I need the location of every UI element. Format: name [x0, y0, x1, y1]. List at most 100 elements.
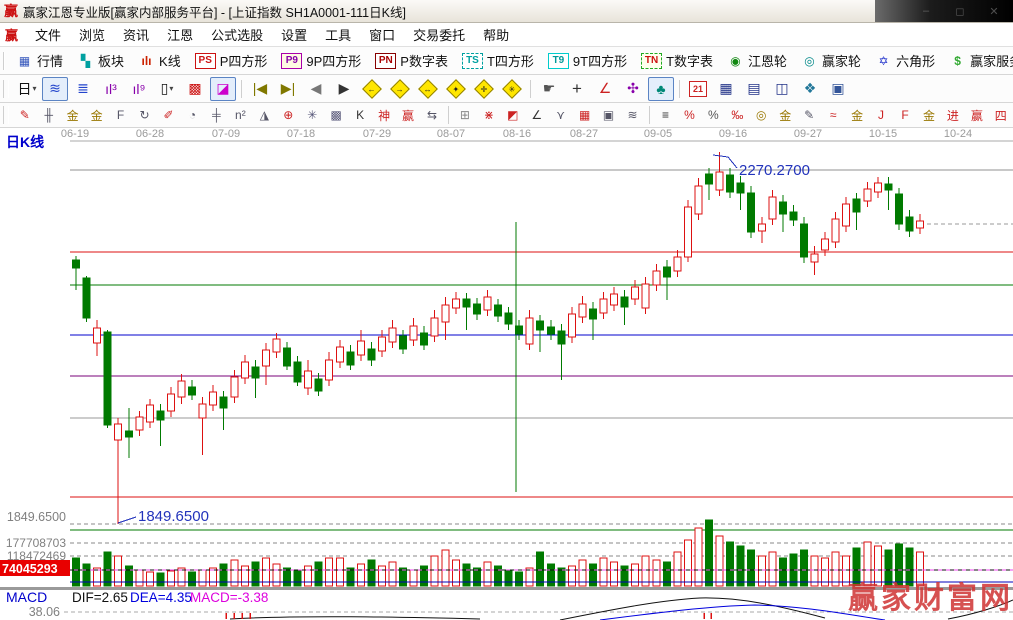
- toolbar-button-ying-seal[interactable]: 赢: [397, 105, 419, 126]
- toolbar-button-ruler-measure[interactable]: ⇆: [421, 105, 443, 126]
- toolbar-button-sectors[interactable]: ▚板块: [71, 48, 130, 73]
- toolbar-button-percent[interactable]: %: [702, 105, 724, 126]
- close-button[interactable]: ✕: [979, 2, 1009, 20]
- toolbar-button-hexagon[interactable]: ✡六角形: [869, 48, 941, 73]
- menu-item-help[interactable]: 帮助: [474, 23, 518, 46]
- toolbar-button-price-ladder[interactable]: ≡: [654, 105, 676, 126]
- toolbar-button-candle-style-dropdown[interactable]: 日▾: [14, 77, 40, 101]
- toolbar-button-gold-grid-2[interactable]: 金: [86, 105, 108, 126]
- toolbar-button-nav-last[interactable]: ▶|: [275, 77, 301, 101]
- toolbar-button-9p-square[interactable]: P99P四方形: [275, 48, 367, 73]
- toolbar-button-bars-3[interactable]: ıl³: [98, 77, 124, 101]
- toolbar-button-kline[interactable]: ılıK线: [132, 48, 187, 73]
- toolbar-button-nav-first[interactable]: |◀: [247, 77, 273, 101]
- kline-chart-canvas[interactable]: 06-1906-2807-0907-1807-2908-0708-1608-27…: [0, 128, 1013, 620]
- toolbar-button-diamond-expand-h[interactable]: ↔: [415, 77, 441, 101]
- toolbar-button-shen-seal[interactable]: 神: [373, 105, 395, 126]
- toolbar-button-save[interactable]: ◫: [769, 77, 795, 101]
- toolbar-button-nav-next[interactable]: ▶: [331, 77, 357, 101]
- toolbar-button-diamond-shift-right[interactable]: →: [387, 77, 413, 101]
- toolbar-button-hand-tool[interactable]: ☛: [536, 77, 562, 101]
- menu-item-window[interactable]: 窗口: [360, 23, 404, 46]
- toolbar-button-n-squared[interactable]: n²: [229, 105, 251, 126]
- toolbar-button-calculator[interactable]: ▦: [713, 77, 739, 101]
- toolbar-grip[interactable]: [3, 52, 5, 70]
- toolbar-button-spiral[interactable]: ↻: [134, 105, 156, 126]
- toolbar-button-ying-angle[interactable]: 赢: [966, 105, 988, 126]
- toolbar-button-diamond-compress[interactable]: ✦: [443, 77, 469, 101]
- toolbar-button-map-red[interactable]: ▩: [182, 77, 208, 101]
- toolbar-button-web-data[interactable]: ❖: [797, 77, 823, 101]
- toolbar-button-comb[interactable]: ╫: [38, 105, 60, 126]
- toolbar-button-slant-lines[interactable]: ≋: [622, 105, 644, 126]
- menu-item-settings[interactable]: 设置: [272, 23, 316, 46]
- toolbar-button-mirror-fold[interactable]: ◮: [253, 105, 275, 126]
- toolbar-button-gann-fan-tool[interactable]: ✣: [620, 77, 646, 101]
- toolbar-grip[interactable]: [3, 80, 9, 98]
- toolbar-button-winner-service[interactable]: $赢家服务: [943, 48, 1013, 73]
- toolbar-button-comb-wide[interactable]: ╪: [205, 105, 227, 126]
- toolbar-button-time-cycle[interactable]: ◔: [181, 105, 203, 126]
- menu-item-tools[interactable]: 工具: [316, 23, 360, 46]
- toolbar-button-gold-angle[interactable]: 金: [918, 105, 940, 126]
- toolbar-button-red-pen[interactable]: ✎: [14, 105, 36, 126]
- toolbar-button-calendar-21[interactable]: 21: [685, 77, 711, 101]
- toolbar-button-pen-fan[interactable]: ✎: [798, 105, 820, 126]
- toolbar-button-t-square[interactable]: TST四方形: [456, 48, 540, 73]
- toolbar-button-crosshair-tool[interactable]: +: [564, 77, 590, 101]
- maximize-button[interactable]: ◻: [945, 2, 975, 20]
- toolbar-button-diamond-star[interactable]: ✳: [499, 77, 525, 101]
- menu-item-gann[interactable]: 江恩: [158, 23, 202, 46]
- toolbar-button-k-notes[interactable]: K: [349, 105, 371, 126]
- toolbar-button-p-square[interactable]: PSP四方形: [189, 48, 274, 73]
- toolbar-button-bars-9[interactable]: ıl⁹: [126, 77, 152, 101]
- toolbar-button-remote-pc[interactable]: ▣: [825, 77, 851, 101]
- toolbar-button-si-angle[interactable]: 四: [990, 105, 1012, 126]
- minimize-button[interactable]: –: [911, 2, 941, 20]
- toolbar-button-red-fan[interactable]: ⋇: [478, 105, 500, 126]
- toolbar-button-diamond-expand-all[interactable]: ✛: [471, 77, 497, 101]
- menu-item-formula-select[interactable]: 公式选股: [202, 23, 272, 46]
- toolbar-button-pen-grid[interactable]: ✐: [158, 105, 180, 126]
- toolbar-button-v-check[interactable]: ⋎: [550, 105, 572, 126]
- toolbar-button-gann-wheel[interactable]: ◉江恩轮: [721, 48, 793, 73]
- toolbar-button-9t-square[interactable]: T99T四方形: [542, 48, 633, 73]
- toolbar-button-trend-pencil[interactable]: ∠: [526, 105, 548, 126]
- toolbar-button-nav-prev[interactable]: ◀: [303, 77, 329, 101]
- toolbar-button-dense-grid[interactable]: ▦: [574, 105, 596, 126]
- toolbar-button-gold-circle[interactable]: ◎: [750, 105, 772, 126]
- toolbar-button-winner-wheel[interactable]: ◎赢家轮: [795, 48, 867, 73]
- toolbar-button-notes[interactable]: ▤: [741, 77, 767, 101]
- toolbar-button-t-number-table[interactable]: TNT数字表: [635, 48, 719, 73]
- toolbar-grip[interactable]: [3, 106, 9, 124]
- menu-item-file[interactable]: 文件: [26, 23, 70, 46]
- chart-area[interactable]: 06-1906-2807-0907-1807-2908-0708-1608-27…: [0, 128, 1013, 620]
- toolbar-button-red-rays[interactable]: ◩: [502, 105, 524, 126]
- toolbar-button-net-grid[interactable]: ▩: [325, 105, 347, 126]
- toolbar-button-gold-grid[interactable]: 金: [62, 105, 84, 126]
- toolbar-button-diamond-shift-left[interactable]: ←: [359, 77, 385, 101]
- toolbar-button-quotes[interactable]: ▦行情: [10, 48, 69, 73]
- toolbar-button-gold-channel[interactable]: 金: [846, 105, 868, 126]
- toolbar-button-jin-angle[interactable]: 进: [942, 105, 964, 126]
- toolbar-button-circle-cross[interactable]: ⊕: [277, 105, 299, 126]
- toolbar-button-zigzag-view[interactable]: ≋: [42, 77, 68, 101]
- toolbar-button-wave-cross[interactable]: ≈: [822, 105, 844, 126]
- toolbar-button-analysis-brain[interactable]: ♣: [648, 77, 674, 101]
- toolbar-button-frame-box[interactable]: ⊞: [454, 105, 476, 126]
- toolbar-button-star-grid[interactable]: ✳: [301, 105, 323, 126]
- toolbar-button-f-ruler[interactable]: F: [110, 105, 132, 126]
- toolbar-button-gold-level[interactable]: 金: [774, 105, 796, 126]
- toolbar-button-candle-type-dropdown[interactable]: ▯▾: [154, 77, 180, 101]
- toolbar-button-j-angle[interactable]: J: [870, 105, 892, 126]
- toolbar-button-p-number-table[interactable]: PNP数字表: [369, 48, 454, 73]
- toolbar-button-percent-cut[interactable]: %: [678, 105, 700, 126]
- toolbar-button-histogram-magenta[interactable]: ◪: [210, 77, 236, 101]
- menu-item-news[interactable]: 资讯: [114, 23, 158, 46]
- menu-item-browse[interactable]: 浏览: [70, 23, 114, 46]
- toolbar-button-percent-line[interactable]: ‰: [726, 105, 748, 126]
- toolbar-button-info-doc[interactable]: ≣: [70, 77, 96, 101]
- toolbar-button-f-angle[interactable]: F: [894, 105, 916, 126]
- menu-item-trade-order[interactable]: 交易委托: [404, 23, 474, 46]
- toolbar-button-block-grid[interactable]: ▣: [598, 105, 620, 126]
